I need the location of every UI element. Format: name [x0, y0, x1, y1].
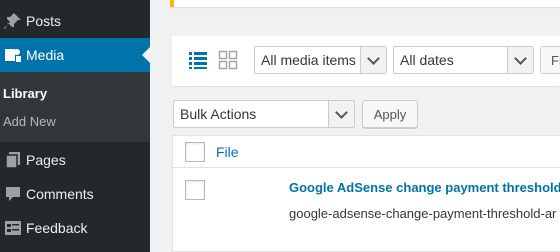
sidebar-item-media[interactable]: Media [0, 38, 150, 72]
sidebar-item-comments[interactable]: Comments [0, 177, 150, 211]
comments-icon [0, 185, 26, 203]
feedback-icon [0, 219, 26, 237]
date-filter-value: All dates [400, 52, 454, 68]
bulk-actions-select[interactable]: Bulk Actions [173, 100, 355, 128]
media-title-link[interactable]: Google AdSense change payment threshold [289, 180, 560, 195]
sidebar-item-feedback[interactable]: Feedback [0, 211, 150, 245]
table-header: File [173, 136, 560, 168]
row-checkbox[interactable] [185, 180, 205, 200]
admin-sidebar: Posts Media Library Add New Pages Commen… [0, 0, 150, 252]
submenu-item-add-new[interactable]: Add New [3, 114, 56, 129]
media-icon [0, 46, 26, 64]
sidebar-item-posts[interactable]: Posts [0, 4, 150, 38]
sidebar-item-label: Comments [26, 186, 94, 202]
apply-button[interactable]: Apply [362, 100, 418, 128]
current-indicator [142, 47, 150, 63]
date-filter[interactable]: All dates [393, 46, 534, 74]
bulk-actions-value: Bulk Actions [180, 106, 257, 122]
sidebar-item-pages[interactable]: Pages [0, 143, 150, 177]
media-filename: google-adsense-change-payment-threshold-… [289, 206, 557, 221]
chevron-down-icon [360, 47, 386, 73]
pushpin-icon [0, 12, 26, 30]
chevron-down-icon [328, 101, 354, 127]
sidebar-item-label: Posts [26, 13, 62, 29]
media-list-table: File Google AdSense change payment thres… [172, 135, 560, 252]
filter-button[interactable]: Fi [540, 46, 560, 74]
select-all-checkbox[interactable] [185, 142, 205, 162]
pages-icon [0, 151, 26, 169]
media-submenu: Library Add New [0, 72, 150, 142]
chevron-down-icon [507, 47, 533, 73]
list-view-icon[interactable] [188, 50, 208, 70]
grid-view-icon[interactable] [218, 50, 238, 70]
sidebar-item-label: Pages [26, 152, 66, 168]
submenu-item-library[interactable]: Library [3, 86, 47, 101]
sidebar-item-label: Feedback [26, 220, 88, 236]
sidebar-item-label: Media [26, 47, 65, 63]
media-type-filter[interactable]: All media items [254, 46, 387, 74]
media-type-filter-value: All media items [261, 52, 356, 68]
column-header-file[interactable]: File [216, 144, 239, 160]
admin-notice [170, 0, 560, 7]
